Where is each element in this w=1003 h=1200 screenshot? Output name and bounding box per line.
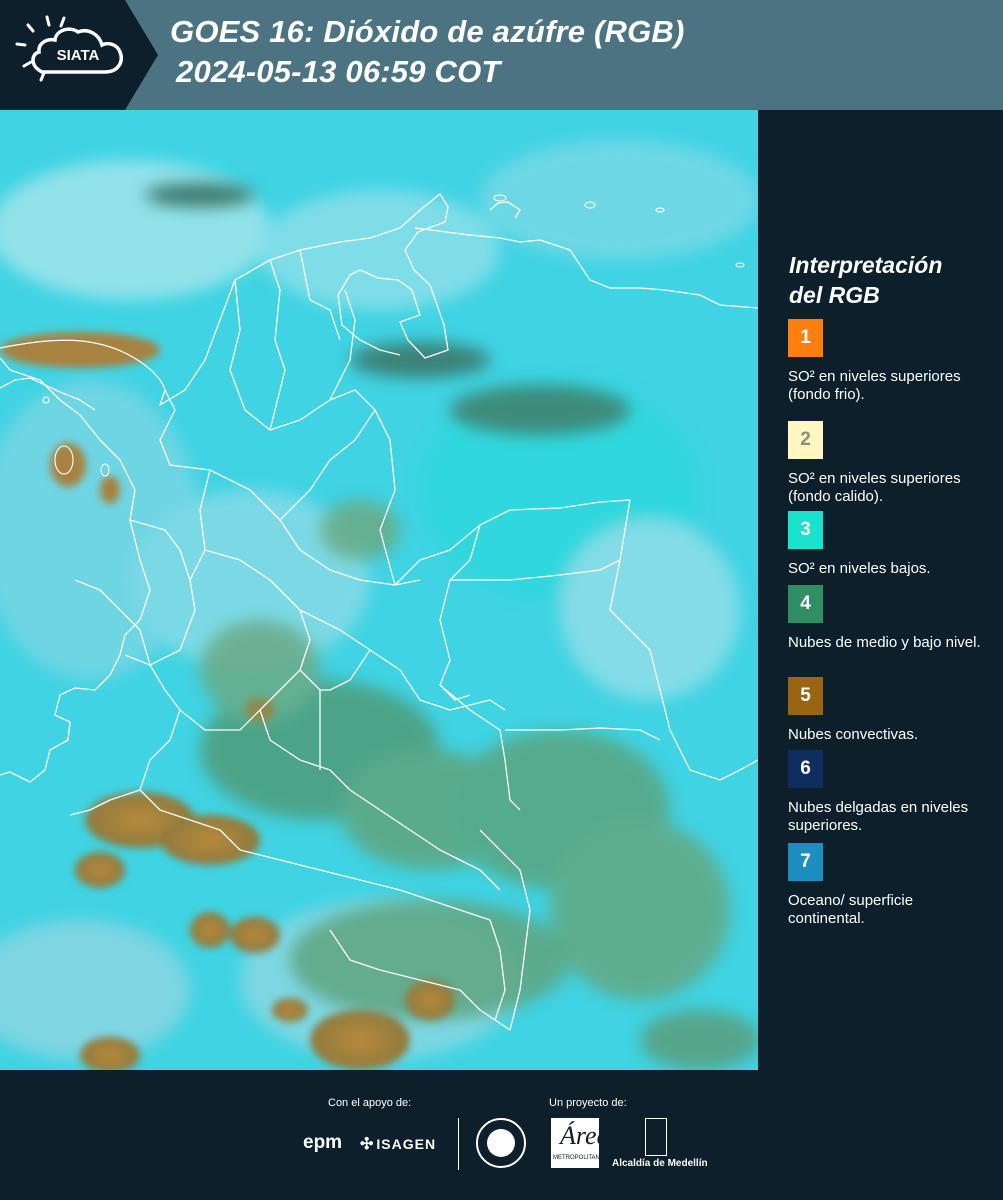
legend-panel: Interpretación del RGB 1 SO² en niveles s… (758, 110, 1003, 1070)
legend-swatch: 5 (788, 677, 823, 715)
legend-label: Oceano/ superficie continental. (788, 892, 914, 927)
isagen-logo: ✣ ISAGEN (360, 1134, 436, 1154)
alcaldia-logo-text: Alcaldía de Medellín (612, 1158, 708, 1169)
area-metropolitana-logo: Área METROPOLITANA (551, 1118, 610, 1168)
legend-title-line2: del RGB (789, 282, 880, 308)
legend-label: Nubes convectivas. (788, 726, 919, 743)
epm-logo: epm (303, 1132, 342, 1154)
legend-swatch: 7 (788, 843, 823, 881)
siata-logo: SIATA (0, 0, 160, 110)
legend-label: SO² en niveles bajos. (788, 560, 931, 577)
epm-logo-text: epm (303, 1132, 343, 1153)
support-caption: Con el apoyo de: (328, 1097, 412, 1109)
isagen-logo-text: ISAGEN (376, 1136, 437, 1152)
page-title: GOES 16: Dióxido de azúfre (RGB) (170, 14, 685, 49)
project-caption: Un proyecto de: (549, 1097, 627, 1109)
header-bar: SIATA GOES 16: Dióxido de azúfre (RGB) 2… (0, 0, 1003, 110)
legend-label: Nubes delgadas en niveles superiores. (788, 799, 969, 834)
siata-logo-text: SIATA (57, 47, 100, 64)
alcaldia-shield-icon (645, 1118, 667, 1156)
legend-title-line1: Interpretación (789, 252, 943, 278)
legend-swatch: 3 (788, 511, 823, 549)
legend-label: Nubes de medio y bajo nivel. (788, 634, 981, 651)
legend-label: SO² en niveles superiores (fondo calido)… (788, 470, 961, 505)
area-logo-text: Área (560, 1121, 610, 1150)
footer-divider (458, 1118, 459, 1170)
legend-swatch: 4 (788, 585, 823, 623)
timestamp: 2024-05-13 06:59 COT (176, 54, 501, 89)
legend-swatch: 2 (788, 421, 823, 459)
legend-label: SO² en niveles superiores (fondo frio). (788, 368, 961, 403)
legend-swatch: 6 (788, 750, 823, 788)
legend-title: Interpretación del RGB (789, 250, 989, 310)
medellin-seal-icon (476, 1118, 526, 1168)
isagen-mark-icon: ✣ (360, 1136, 375, 1153)
satellite-map (0, 110, 758, 1070)
area-logo-sub: METROPOLITANA (553, 1155, 604, 1161)
footer: Con el apoyo de: Un proyecto de: epm ✣ IS… (0, 1070, 1003, 1200)
legend-swatch: 1 (788, 319, 823, 357)
